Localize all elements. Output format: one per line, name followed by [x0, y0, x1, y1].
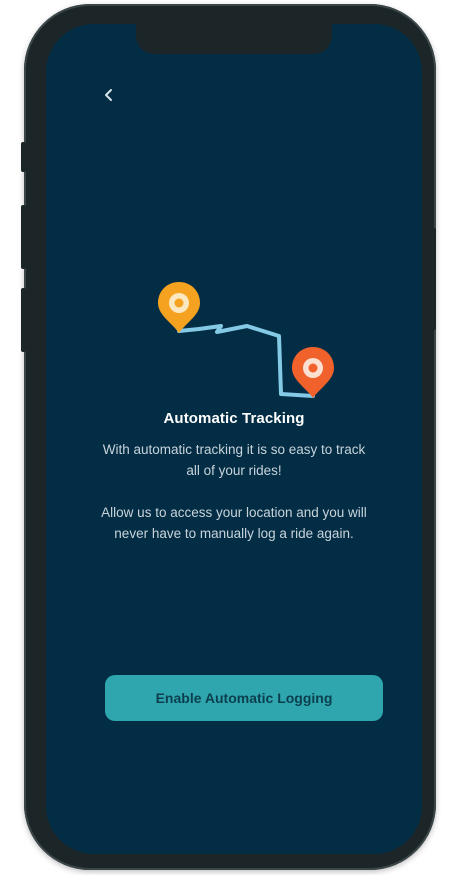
- phone-mute-switch: [21, 142, 26, 172]
- description-text: With automatic tracking it is so easy to…: [102, 442, 366, 478]
- permission-text: Allow us to access your location and you…: [101, 505, 367, 541]
- page-title: Automatic Tracking: [163, 410, 305, 427]
- app-screen: Automatic Tracking With automatic tracki…: [46, 24, 422, 854]
- end-pin-icon: [292, 347, 334, 398]
- enable-automatic-logging-button[interactable]: Enable Automatic Logging: [105, 675, 383, 721]
- route-illustration: [158, 282, 334, 398]
- phone-notch: [136, 24, 332, 54]
- back-button[interactable]: [95, 81, 123, 109]
- route-line: [177, 324, 315, 398]
- chevron-left-icon: [105, 89, 112, 101]
- phone-volume-up: [21, 205, 26, 269]
- start-pin-icon: [158, 282, 200, 333]
- phone-volume-down: [21, 288, 26, 352]
- phone-power-button: [431, 228, 436, 330]
